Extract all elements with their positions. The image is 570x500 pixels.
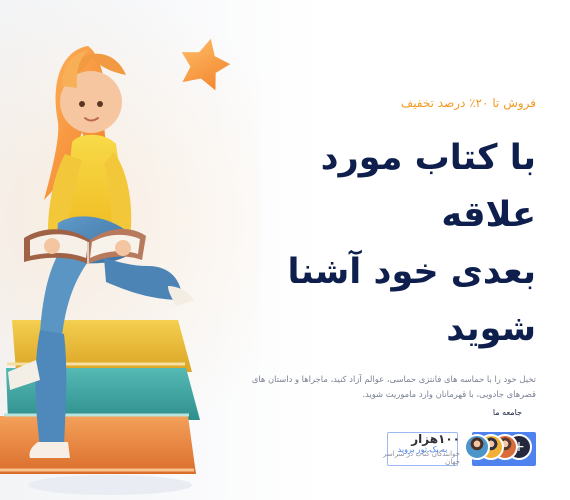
hero-title: با کتاب مورد علاقه بعدی خود آشنا شوید [246, 130, 536, 358]
hero-title-line-2: بعدی خود آشنا شوید [287, 252, 536, 349]
community-count: ۱۰۰هزار [411, 432, 460, 446]
hero-title-line-1: با کتاب مورد علاقه [320, 138, 536, 235]
hero-page: فروش تا ۲۰٪ درصد تخفیف با کتاب مورد علاق… [0, 0, 570, 500]
avatar [464, 434, 490, 460]
community-caption: خوانندگان کتاب در سراسر جهان [383, 450, 460, 466]
star-decoration-icon [181, 38, 231, 91]
reading-girl-illustration [0, 38, 231, 495]
community-block: ۱۰۰هزار خوانندگان کتاب در سراسر جهان + [372, 430, 532, 472]
avatar-stack: + [464, 434, 532, 464]
community-label: جامعه ما [492, 408, 522, 417]
hero-description: تخیل خود را با حماسه های فانتزی حماسی، ع… [251, 374, 536, 399]
community-stats: ۱۰۰هزار خوانندگان کتاب در سراسر جهان [372, 432, 460, 466]
promo-text: فروش تا ۲۰٪ درصد تخفیف [400, 96, 536, 110]
